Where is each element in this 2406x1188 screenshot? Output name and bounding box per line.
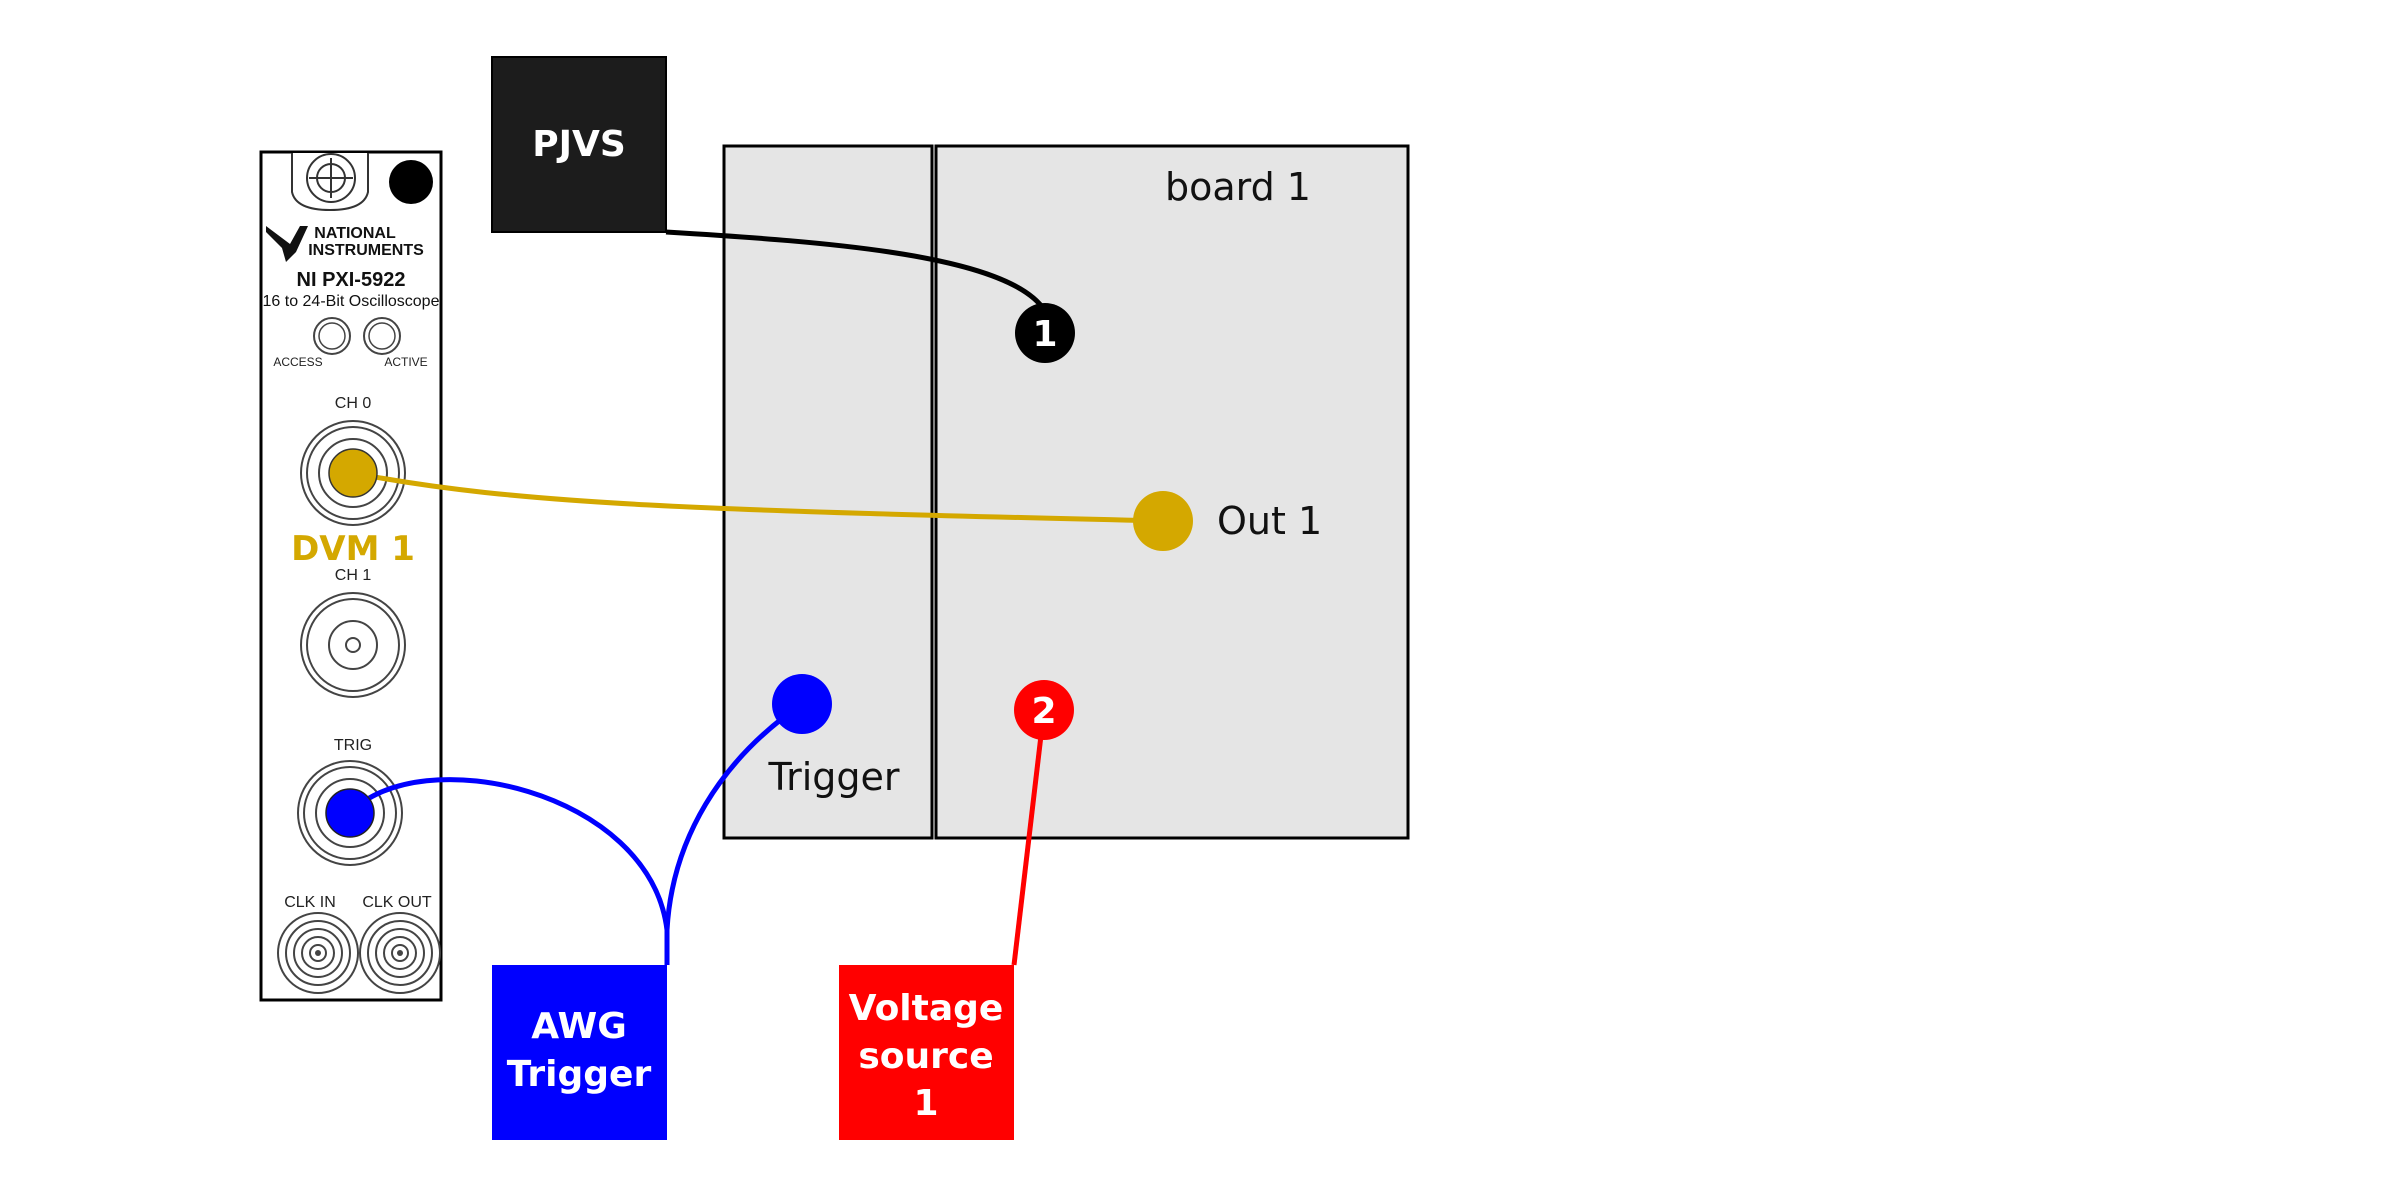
port-2-badge[interactable]: 2	[1014, 680, 1074, 740]
awg-label-line1: AWG	[531, 1006, 627, 1047]
brand-line1: NATIONAL	[314, 225, 396, 242]
wiring-diagram: board 1 NATIONAL INSTRUMENTS NI PXI-5922…	[259, 56, 1410, 1140]
port-2-label: 2	[1031, 691, 1056, 732]
board-trigger-dot[interactable]	[772, 674, 832, 734]
awg-trigger-box[interactable]: AWG Trigger	[492, 965, 667, 1140]
out1-label: Out 1	[1217, 499, 1322, 543]
ch1-label: CH 1	[335, 567, 372, 584]
out1-dot[interactable]	[1133, 491, 1193, 551]
ni-pxi-5922-module: NATIONAL INSTRUMENTS NI PXI-5922 16 to 2…	[259, 150, 443, 1002]
voltage-label-line1: Voltage	[849, 988, 1004, 1029]
clk-out-connector[interactable]	[359, 912, 441, 994]
thumbscrew-icon	[291, 153, 369, 212]
board-trigger-label: Trigger	[767, 755, 899, 799]
voltage-label-line3: 1	[913, 1083, 938, 1124]
clk-in-label: CLK IN	[284, 894, 336, 911]
awg-label-line2: Trigger	[507, 1054, 652, 1095]
ch0-dvm-dot[interactable]	[328, 448, 378, 498]
port-1-badge[interactable]: 1	[1015, 303, 1075, 363]
voltage-label-line2: source	[858, 1036, 993, 1077]
ch1-connector[interactable]	[300, 592, 406, 698]
board-left-panel	[722, 144, 934, 840]
trig-label: TRIG	[334, 737, 372, 754]
board-label: board 1	[1165, 165, 1311, 209]
pjvs-label: PJVS	[532, 124, 626, 165]
pjvs-box[interactable]: PJVS	[491, 56, 667, 233]
trig-awg-dot[interactable]	[325, 788, 375, 838]
model-name: NI PXI-5922	[297, 269, 406, 291]
active-label: ACTIVE	[384, 355, 427, 369]
board-1: board 1	[722, 144, 1410, 840]
brand-line2: INSTRUMENTS	[308, 242, 424, 259]
clk-in-connector[interactable]	[277, 912, 359, 994]
ch0-label: CH 0	[335, 395, 372, 412]
voltage-source-box[interactable]: Voltage source 1	[839, 965, 1014, 1140]
port-1-label: 1	[1032, 314, 1057, 355]
access-label: ACCESS	[273, 355, 322, 369]
board-right-panel	[934, 144, 1410, 840]
dvm-label: DVM 1	[291, 529, 415, 569]
clk-out-label: CLK OUT	[362, 894, 432, 911]
mount-hole-icon	[389, 160, 433, 204]
model-description: 16 to 24-Bit Oscilloscope	[263, 293, 440, 310]
